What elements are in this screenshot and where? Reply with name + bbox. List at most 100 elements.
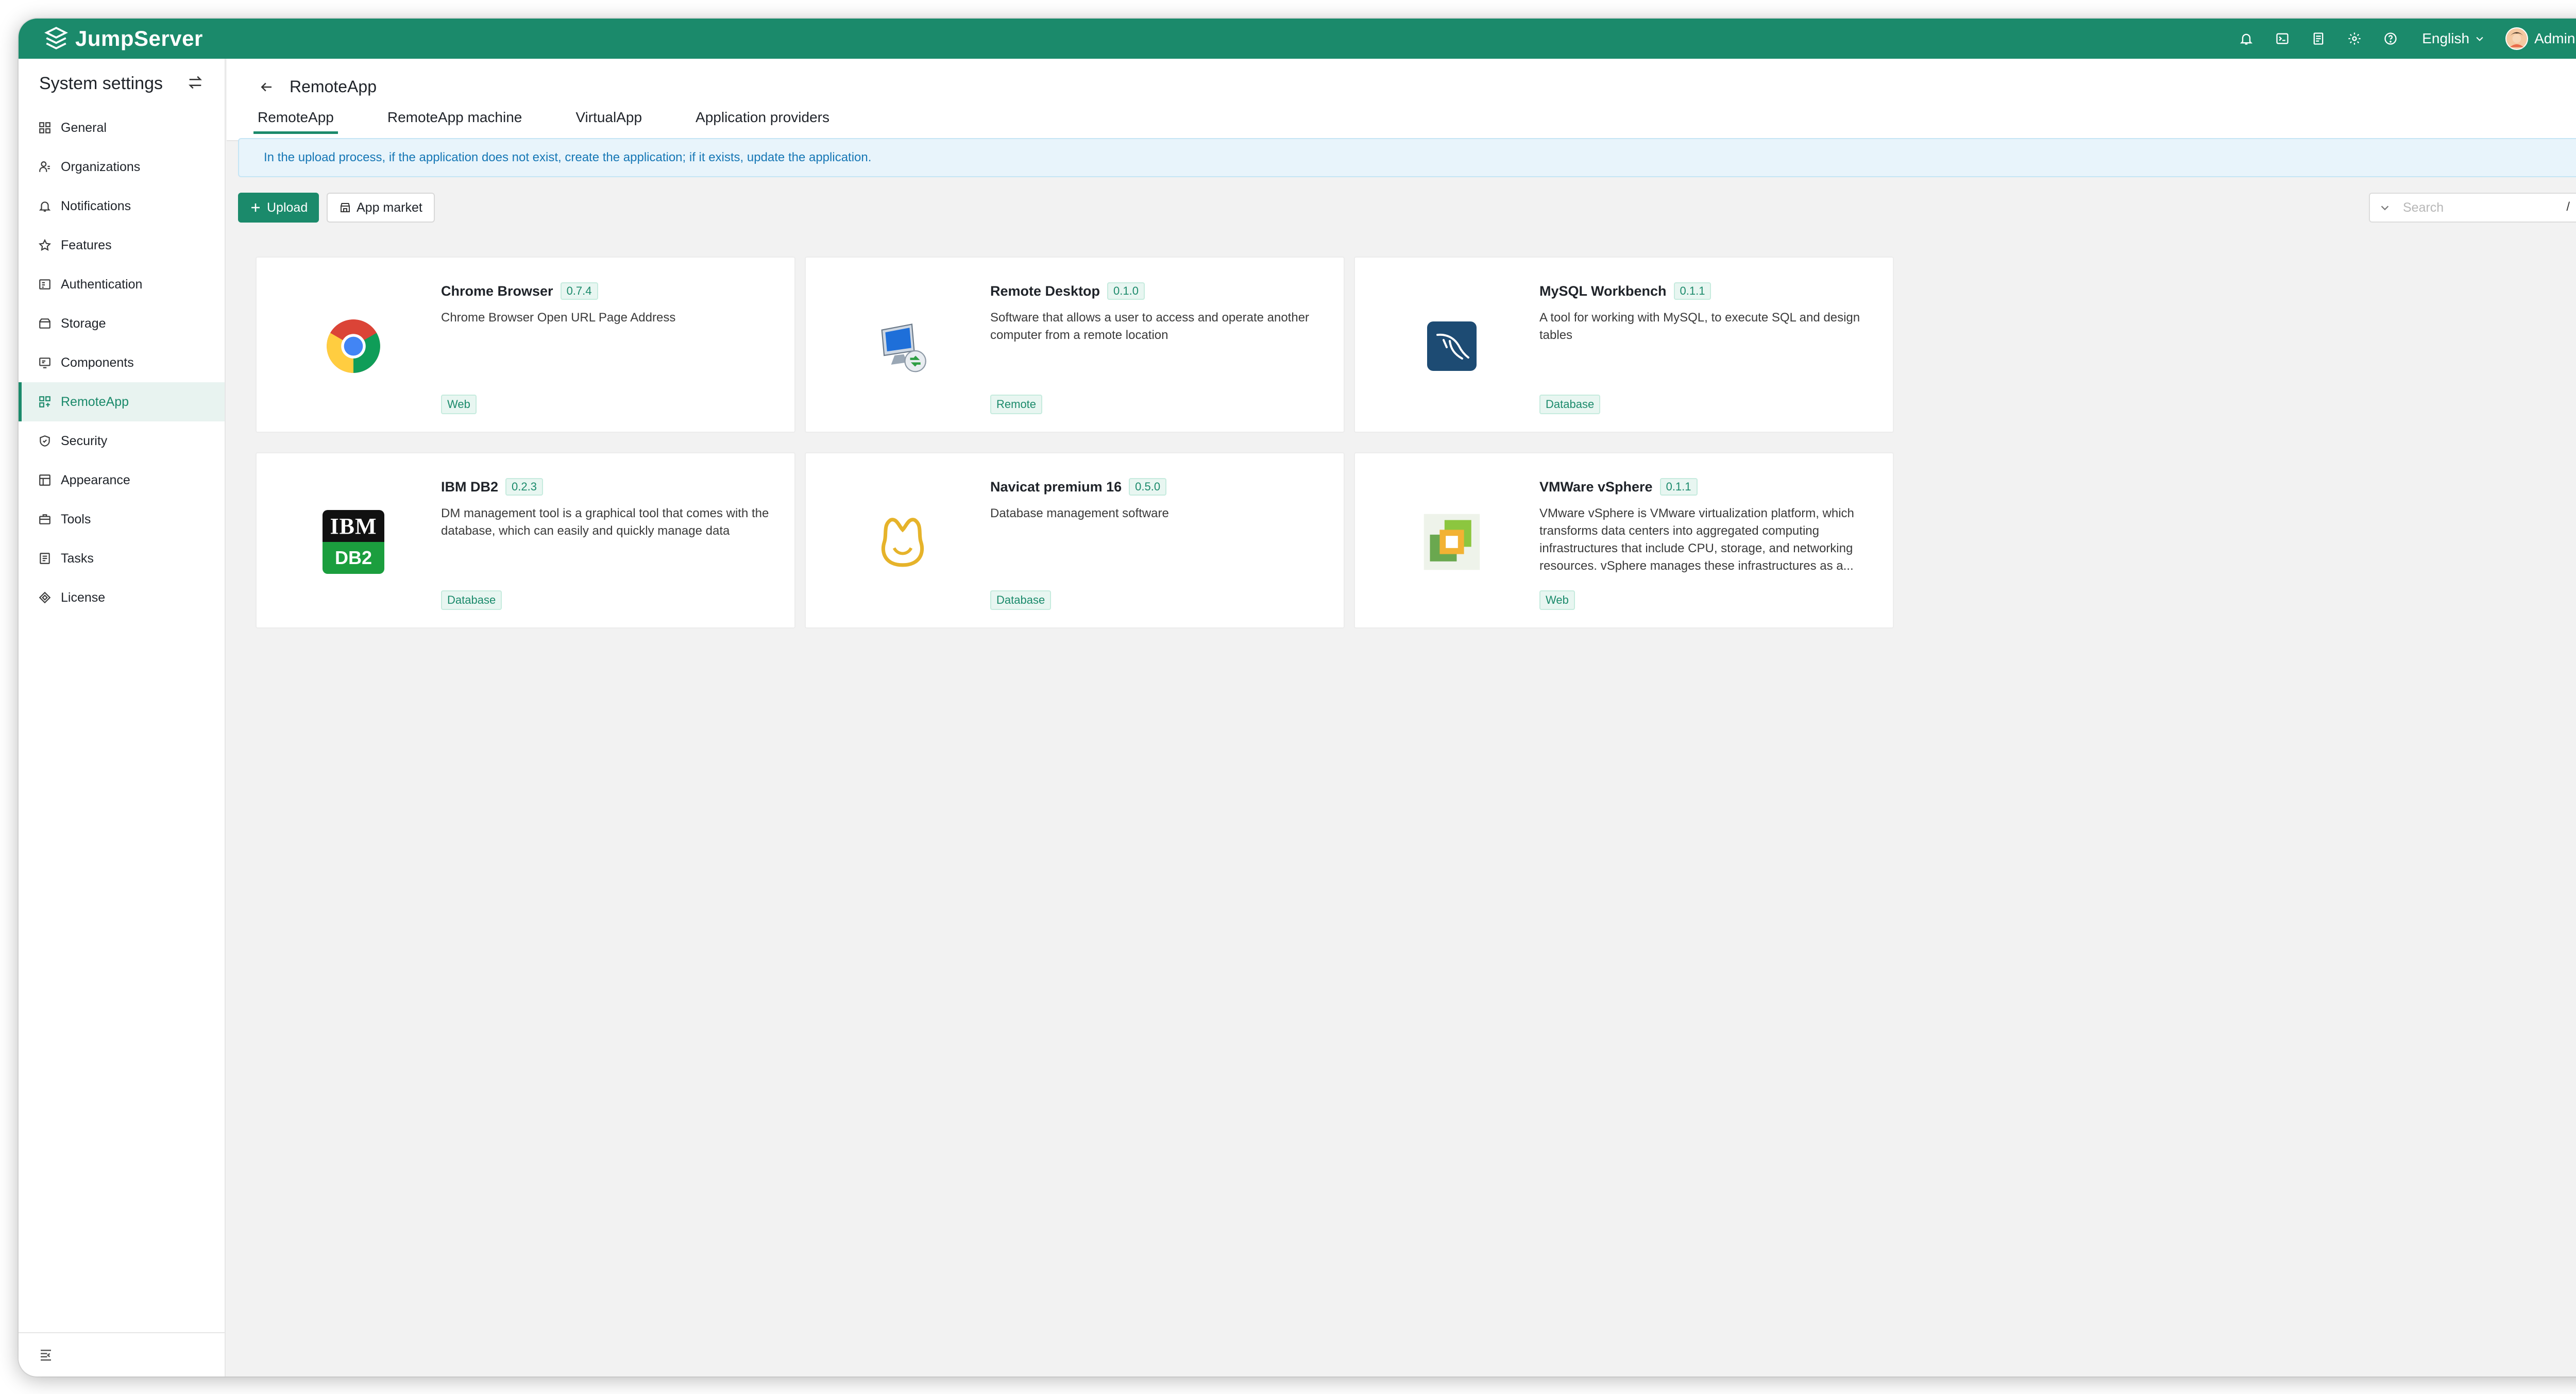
collapse-menu-icon (41, 1350, 51, 1361)
brand-logo[interactable]: JumpServer (43, 26, 203, 52)
chevron-down-icon (2381, 206, 2389, 211)
brand-name: JumpServer (75, 26, 203, 50)
navicat-icon (872, 511, 934, 573)
upload-button[interactable]: Upload (238, 193, 319, 223)
app-market-label: App market (357, 200, 422, 215)
switch-view-icon[interactable] (187, 74, 204, 94)
sidebar-item-label: RemoteApp (61, 394, 129, 409)
tab-bar: RemoteApp RemoteApp machine VirtualApp A… (253, 109, 883, 134)
app-card-ibm-db2[interactable]: IBM DB2 IBM DB2 0.2.3 DM management tool… (256, 452, 795, 628)
org-icon (39, 161, 50, 172)
sidebar-item-label: Security (61, 433, 108, 448)
bell-icon (39, 201, 51, 212)
top-navbar: JumpServer English Admini (19, 19, 2576, 59)
sidebar-item-label: Features (61, 237, 112, 252)
page-header: RemoteApp RemoteApp RemoteApp machine Vi… (227, 59, 2576, 141)
mysql-icon (1421, 315, 1483, 377)
app-window: JumpServer English Admini System setting… (19, 19, 2576, 1376)
sidebar-item-tasks[interactable]: Tasks (19, 539, 225, 578)
version-badge: 0.5.0 (1129, 478, 1167, 496)
id-card-icon (39, 279, 50, 290)
collapse-sidebar-button[interactable] (19, 1332, 225, 1376)
upload-label: Upload (267, 200, 308, 215)
sidebar-item-features[interactable]: Features (19, 226, 225, 265)
sidebar-item-components[interactable]: Components (19, 343, 225, 382)
sidebar-item-license[interactable]: License (19, 578, 225, 617)
app-description: A tool for working with MySQL, to execut… (1539, 311, 1860, 342)
avatar (2505, 27, 2529, 50)
sidebar-item-storage[interactable]: Storage (19, 304, 225, 343)
chrome-icon (323, 315, 384, 377)
sidebar-menu: General Organizations Notifications Feat… (19, 108, 225, 617)
sidebar-item-label: General (61, 120, 107, 135)
user-menu[interactable]: Administrator (2505, 27, 2576, 50)
bell-icon[interactable] (2228, 19, 2264, 59)
category-tag: Database (1539, 395, 1601, 414)
grid-icon (39, 122, 50, 133)
sidebar-item-authentication[interactable]: Authentication (19, 265, 225, 304)
db2-icon: IBM DB2 (323, 510, 384, 574)
remote-desktop-icon (872, 315, 934, 377)
back-arrow-icon[interactable] (259, 79, 274, 95)
app-name: MySQL Workbench (1539, 283, 1667, 299)
app-name: Navicat premium 16 (990, 479, 1122, 495)
sidebar-item-label: License (61, 590, 106, 605)
sidebar-item-security[interactable]: Security (19, 421, 225, 461)
sidebar-item-appearance[interactable]: Appearance (19, 461, 225, 500)
tab-remoteapp-machine[interactable]: RemoteApp machine (387, 109, 522, 134)
app-card-mysql-workbench[interactable]: MySQL Workbench 0.1.1 A tool for working… (1354, 257, 1894, 433)
search-shortcut: / (2566, 200, 2570, 214)
help-icon[interactable] (2372, 19, 2409, 59)
settings-icon[interactable] (2336, 19, 2372, 59)
search-placeholder: Search (2403, 200, 2444, 215)
component-icon (39, 358, 50, 368)
app-card-vmware-vsphere[interactable]: VMWare vSphere 0.1.1 VMware vSphere is V… (1354, 452, 1894, 628)
terminal-icon[interactable] (2264, 19, 2300, 59)
tab-virtualapp[interactable]: VirtualApp (575, 109, 642, 134)
sidebar-item-general[interactable]: General (19, 108, 225, 147)
info-alert: In the upload process, if the applicatio… (238, 138, 2576, 177)
version-badge: 0.1.0 (1107, 282, 1145, 300)
username: Administrator (2534, 30, 2576, 46)
category-tag: Database (990, 590, 1052, 610)
sidebar-title: System settings (39, 73, 163, 93)
app-name: Remote Desktop (990, 283, 1100, 299)
category-tag: Remote (990, 395, 1043, 414)
app-description: Database management software (990, 506, 1169, 520)
toolbox-icon (39, 514, 50, 524)
chevron-down-icon (2476, 37, 2483, 41)
search-input[interactable]: Search / (2369, 193, 2576, 223)
storage-icon (39, 318, 50, 329)
app-name: IBM DB2 (441, 479, 499, 495)
sidebar-item-label: Notifications (61, 198, 131, 213)
sidebar-item-label: Storage (61, 316, 106, 331)
sidebar-item-remoteapp[interactable]: RemoteApp (19, 382, 225, 421)
sidebar-item-label: Organizations (61, 159, 141, 174)
app-description: DM management tool is a graphical tool t… (441, 506, 769, 538)
version-badge: 0.1.1 (1673, 282, 1711, 300)
ticket-icon[interactable] (2300, 19, 2336, 59)
language-selector[interactable]: English (2422, 30, 2485, 47)
sidebar-item-tools[interactable]: Tools (19, 500, 225, 539)
app-card-navicat[interactable]: Navicat premium 16 0.5.0 Database manage… (805, 452, 1345, 628)
jumpserver-logo-icon (44, 27, 68, 49)
app-card-remote-desktop[interactable]: Remote Desktop 0.1.0 Software that allow… (805, 257, 1345, 433)
app-description: Chrome Browser Open URL Page Address (441, 311, 676, 325)
close-icon[interactable] (2573, 150, 2576, 166)
app-card-chrome[interactable]: Chrome Browser 0.7.4 Chrome Browser Open… (256, 257, 795, 433)
version-badge: 0.1.1 (1659, 478, 1698, 496)
store-icon (341, 203, 350, 212)
sidebar-item-label: Appearance (61, 472, 130, 487)
db2-icon-text-bottom: DB2 (323, 542, 384, 574)
category-tag: Database (441, 590, 502, 610)
app-market-button[interactable]: App market (327, 193, 435, 223)
tab-remoteapp[interactable]: RemoteApp (253, 109, 338, 134)
sidebar-item-notifications[interactable]: Notifications (19, 186, 225, 226)
sidebar-item-label: Tasks (61, 551, 94, 566)
app-description: Software that allows a user to access an… (990, 311, 1310, 342)
sidebar-item-label: Authentication (61, 277, 143, 292)
sidebar-item-organizations[interactable]: Organizations (19, 147, 225, 186)
language-label: English (2422, 30, 2470, 46)
tab-application-providers[interactable]: Application providers (696, 109, 829, 134)
tasks-icon (40, 553, 50, 564)
